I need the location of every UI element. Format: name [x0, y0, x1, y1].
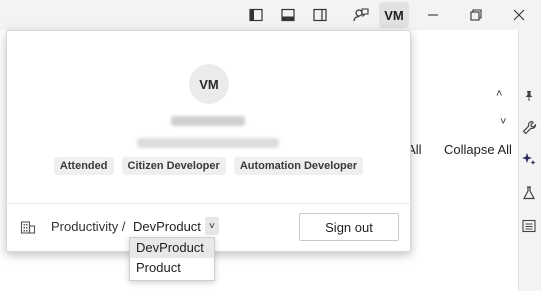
sparkle-icon[interactable] [520, 150, 538, 168]
redacted-user-name [171, 116, 245, 126]
account-avatar-button[interactable]: VM [379, 2, 409, 28]
sidebar-right-icon[interactable] [310, 5, 330, 25]
flask-icon[interactable] [520, 184, 538, 202]
role-badges: Attended Citizen Developer Automation De… [7, 157, 410, 175]
sign-out-button[interactable]: Sign out [299, 213, 399, 241]
collapse-all-link[interactable]: Collapse All [444, 142, 512, 157]
pin-icon[interactable] [520, 87, 538, 105]
chevron-up-icon[interactable]: ˄ [496, 88, 502, 100]
close-icon[interactable] [509, 5, 529, 25]
role-badge: Automation Developer [233, 157, 364, 175]
minimize-icon[interactable] [423, 5, 443, 25]
tenant-dropdown-list: DevProduct Product [129, 237, 215, 281]
account-popup: VM Attended Citizen Developer Automation… [6, 30, 411, 252]
avatar-initials: VM [199, 76, 219, 92]
avatar-initials: VM [384, 7, 404, 23]
chevron-down-icon[interactable]: ˅ [500, 116, 506, 128]
organization-label: Productivity / [51, 219, 126, 234]
avatar: VM [189, 64, 229, 104]
person-feedback-icon[interactable] [351, 5, 371, 25]
tenant-select[interactable]: DevProduct ˅ [129, 215, 223, 237]
restore-icon[interactable] [466, 5, 486, 25]
role-badge: Citizen Developer [121, 157, 226, 175]
sidebar-left-icon[interactable] [246, 5, 266, 25]
role-badge: Attended [53, 157, 114, 175]
divider [7, 203, 410, 204]
redacted-user-email [137, 138, 279, 148]
panel-bottom-icon[interactable] [278, 5, 298, 25]
tenant-select-value: DevProduct [133, 218, 201, 234]
wrench-icon[interactable] [520, 118, 538, 136]
sign-out-label: Sign out [325, 219, 373, 235]
chevron-down-icon[interactable]: ˅ [204, 217, 219, 235]
title-bar: VM [0, 0, 541, 30]
dropdown-option[interactable]: DevProduct [130, 238, 214, 258]
list-icon[interactable] [520, 217, 538, 235]
building-icon [19, 218, 37, 236]
dropdown-option[interactable]: Product [130, 258, 214, 278]
